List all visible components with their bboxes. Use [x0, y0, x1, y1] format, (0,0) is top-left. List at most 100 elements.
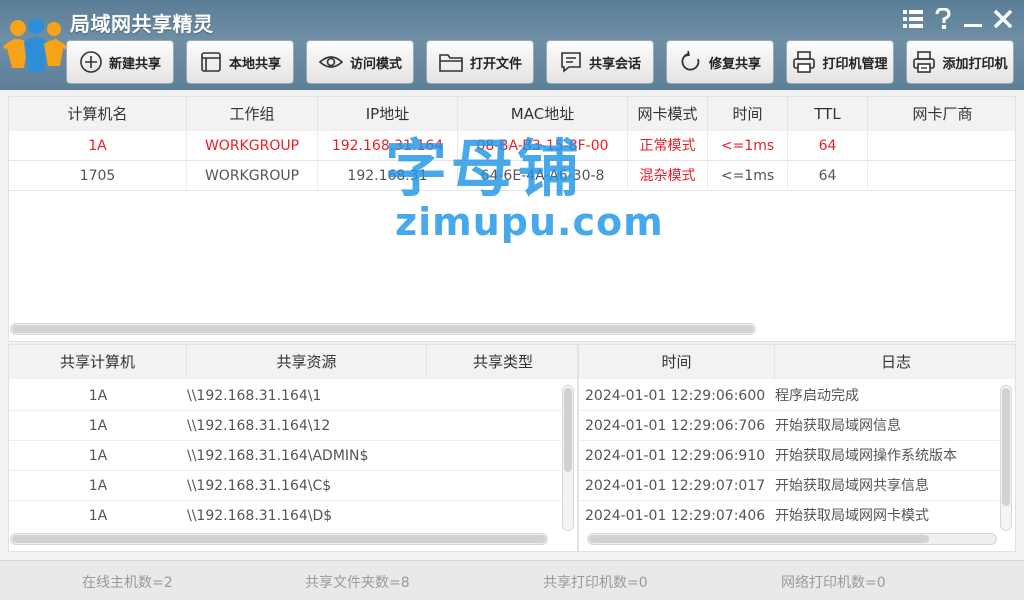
- minimize-icon[interactable]: [960, 6, 986, 32]
- scroll-thumb[interactable]: [12, 325, 754, 333]
- shared-folders-count: 共享文件夹数=8: [305, 575, 410, 591]
- share-host: 1A: [88, 418, 108, 434]
- toolbar-label: 添加打印机: [942, 56, 1008, 72]
- status-bar: 在线主机数=2 共享文件夹数=8 共享打印机数=0 网络打印机数=0: [0, 560, 1024, 600]
- column-header[interactable]: 共享计算机: [9, 345, 187, 379]
- cell-time: <=1ms: [708, 131, 788, 161]
- list-item[interactable]: 1A \\192.168.31.164\C$: [9, 471, 561, 501]
- shares-vscrollbar[interactable]: [562, 385, 574, 531]
- network-printers-count: 网络打印机数=0: [781, 575, 886, 591]
- cell-mode: 正常模式: [628, 131, 708, 161]
- share-resource: \\192.168.31.164\12: [187, 418, 331, 434]
- new-share-button[interactable]: 新建共享: [66, 40, 174, 84]
- share-host: 1A: [88, 508, 108, 524]
- plus-circle-icon: [80, 51, 102, 73]
- refresh-icon: [681, 50, 700, 71]
- column-header[interactable]: 网卡模式: [628, 97, 708, 131]
- log-entry[interactable]: 2024-01-01 12:29:06:706 开始获取局域网信息: [579, 411, 999, 441]
- share-resource: \\192.168.31.164\ADMIN$: [187, 448, 369, 464]
- list-item[interactable]: 1A \\192.168.31.164\D$: [9, 501, 561, 531]
- close-icon[interactable]: [990, 6, 1016, 32]
- log-entry[interactable]: 2024-01-01 12:29:06:910 开始获取局域网操作系统版本: [579, 441, 999, 471]
- toolbar-label: 打开文件: [469, 56, 522, 72]
- log-time: 2024-01-01 12:29:06:600: [585, 388, 766, 404]
- share-resource: \\192.168.31.164\D$: [187, 508, 333, 524]
- log-message: 开始获取局域网操作系统版本: [775, 448, 957, 464]
- cell-name: 1A: [9, 131, 187, 161]
- title-bar: 局域网共享精灵 新建共享 本地共享 访问模式 打开文件 共享会话 修复共享 打印…: [0, 0, 1024, 90]
- toolbar-label: 共享会话: [588, 56, 641, 72]
- app-logo-icon: [2, 18, 68, 72]
- log-entry[interactable]: 2024-01-01 12:29:07:017 开始获取局域网共享信息: [579, 471, 999, 501]
- column-header[interactable]: 时间: [579, 345, 775, 379]
- share-type: [427, 471, 561, 501]
- printer-icon: [793, 51, 816, 73]
- log-header: 时间 日志: [579, 345, 1015, 379]
- column-header[interactable]: 时间: [708, 97, 788, 131]
- column-header[interactable]: 工作组: [187, 97, 318, 131]
- share-type: [427, 411, 561, 441]
- eye-icon: [318, 56, 344, 68]
- share-host: 1A: [88, 448, 108, 464]
- repair-share-button[interactable]: 修复共享: [666, 40, 774, 84]
- log-message: 开始获取局域网信息: [775, 418, 901, 434]
- cell-vendor: [868, 161, 1017, 191]
- cell-name: 1705: [9, 161, 187, 191]
- cell-mode: 混杂模式: [628, 161, 708, 191]
- column-header[interactable]: 网卡厂商: [868, 97, 1017, 131]
- scroll-thumb[interactable]: [1002, 388, 1010, 506]
- cell-time: <=1ms: [708, 161, 788, 191]
- log-entry[interactable]: 2024-01-01 12:29:07:406 开始获取局域网网卡模式: [579, 501, 999, 531]
- toolbar-label: 新建共享: [108, 56, 161, 72]
- log-time: 2024-01-01 12:29:06:910: [585, 448, 766, 464]
- scroll-thumb[interactable]: [564, 388, 572, 472]
- log-message: 程序启动完成: [775, 388, 859, 404]
- log-entry[interactable]: 2024-01-01 12:29:06:600 程序启动完成: [579, 381, 999, 411]
- help-icon[interactable]: [930, 6, 956, 32]
- scroll-thumb[interactable]: [589, 535, 929, 543]
- cell-group: WORKGROUP: [187, 131, 318, 161]
- local-share-button[interactable]: 本地共享: [186, 40, 294, 84]
- share-resource: \\192.168.31.164\C$: [187, 478, 332, 494]
- cell-ttl: 64: [788, 131, 868, 161]
- cell-ttl: 64: [788, 161, 868, 191]
- list-item[interactable]: 1A \\192.168.31.164\12: [9, 411, 561, 441]
- column-header[interactable]: TTL: [788, 97, 868, 131]
- printer-manage-button[interactable]: 打印机管理: [786, 40, 894, 84]
- access-mode-button[interactable]: 访问模式: [306, 40, 414, 84]
- add-printer-button[interactable]: 添加打印机: [906, 40, 1014, 84]
- shared-printers-count: 共享打印机数=0: [543, 575, 648, 591]
- toolbar-label: 打印机管理: [822, 56, 888, 72]
- log-message: 开始获取局域网网卡模式: [775, 508, 929, 524]
- log-hscrollbar[interactable]: [587, 533, 997, 545]
- list-item[interactable]: 1A \\192.168.31.164\ADMIN$: [9, 441, 561, 471]
- share-type: [427, 501, 561, 531]
- online-hosts-count: 在线主机数=2: [82, 575, 173, 591]
- column-header[interactable]: 共享资源: [187, 345, 427, 379]
- share-type: [427, 441, 561, 471]
- cell-group: WORKGROUP: [187, 161, 318, 191]
- log-time: 2024-01-01 12:29:07:406: [585, 508, 766, 524]
- list-item[interactable]: 1A \\192.168.31.164\1: [9, 381, 561, 411]
- toolbar-label: 本地共享: [228, 56, 281, 72]
- chat-icon: [561, 52, 581, 73]
- share-host: 1A: [88, 478, 108, 494]
- open-file-button[interactable]: 打开文件: [426, 40, 534, 84]
- watermark-text: 字母铺: [385, 132, 584, 205]
- column-header[interactable]: 日志: [775, 345, 1017, 379]
- log-vscrollbar[interactable]: [1000, 385, 1012, 531]
- folder-icon: [439, 54, 463, 72]
- toolbar-label: 访问模式: [349, 56, 402, 72]
- column-header[interactable]: 计算机名: [9, 97, 187, 131]
- log-panel: 时间 日志 2024-01-01 12:29:06:600 程序启动完成 202…: [578, 344, 1016, 552]
- scroll-thumb[interactable]: [12, 535, 546, 543]
- window-icon: [201, 52, 221, 72]
- share-resource: \\192.168.31.164\1: [187, 388, 322, 404]
- share-session-button[interactable]: 共享会话: [546, 40, 654, 84]
- column-header[interactable]: 共享类型: [427, 345, 579, 379]
- app-title: 局域网共享精灵: [70, 12, 214, 36]
- menu-icon[interactable]: [900, 6, 926, 32]
- shares-hscrollbar[interactable]: [10, 533, 548, 545]
- printer-add-icon: [913, 51, 936, 73]
- hosts-hscrollbar[interactable]: [10, 323, 756, 335]
